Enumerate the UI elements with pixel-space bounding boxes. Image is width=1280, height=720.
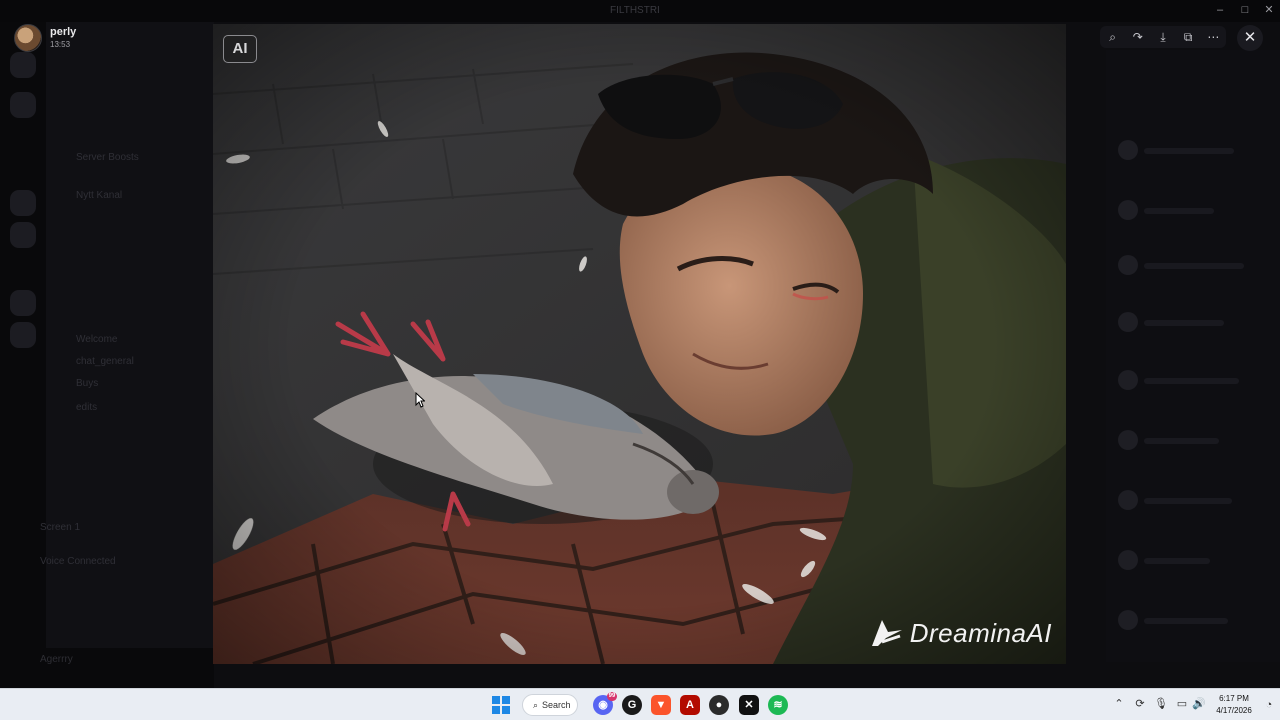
server-icon[interactable] (10, 222, 36, 248)
window-titlebar: FILTHSTRI – □ ✕ (0, 0, 1280, 22)
sync-icon[interactable]: ⟳ (1133, 697, 1147, 711)
network-icon[interactable]: ▭ (1175, 697, 1189, 711)
search-label: Search (542, 700, 571, 710)
capcut-icon: ✕ (744, 699, 754, 711)
member-name (1144, 208, 1214, 214)
channel-item[interactable]: edits (76, 402, 97, 413)
maximize-icon[interactable]: □ (1238, 3, 1252, 17)
channel-list: Server Boosts Nytt Kanal Welcome chat_ge… (40, 22, 214, 662)
watermark-text: DreaminaAI (909, 617, 1052, 648)
viewer-toolbar: ⌕ ↷ ⤓ ⧉ ⋯ (1100, 26, 1226, 48)
dreamina-logo-icon (871, 620, 902, 646)
member-avatar[interactable] (1118, 610, 1138, 630)
discord-icon: ◉ (598, 699, 608, 711)
member-avatar[interactable] (1118, 200, 1138, 220)
spotify-icon: ≋ (773, 699, 783, 711)
server-icon[interactable] (10, 322, 36, 348)
mouse-cursor-icon (415, 392, 425, 408)
server-icon[interactable] (10, 190, 36, 216)
server-icon[interactable] (10, 290, 36, 316)
channel-item[interactable]: Welcome (76, 334, 118, 345)
obs-icon: ● (715, 699, 723, 711)
channel-item[interactable]: Buys (76, 378, 98, 389)
brave-icon: ▼ (655, 699, 667, 711)
ai-badge: AI (223, 35, 257, 63)
member-name (1144, 148, 1234, 154)
close-viewer-button[interactable]: ✕ (1237, 25, 1263, 51)
notification-icon[interactable]: ◔ (1262, 698, 1276, 712)
obs-app[interactable]: ● (709, 695, 729, 715)
g-app[interactable]: G (622, 695, 642, 715)
member-name (1144, 498, 1232, 504)
window-title: FILTHSTRI (610, 5, 660, 16)
more-icon[interactable]: ⋯ (1204, 28, 1222, 46)
current-username: Agerrry (40, 654, 73, 665)
g-icon: G (627, 699, 637, 711)
member-avatar[interactable] (1118, 550, 1138, 570)
zoom-icon[interactable]: ⌕ (1104, 28, 1122, 46)
vignette (213, 24, 1066, 664)
member-name (1144, 618, 1228, 624)
notification-badge: 99 (607, 692, 617, 701)
discord-app[interactable]: ◉ 99 (593, 692, 617, 715)
taskbar-clock[interactable]: 6:17 PM 4/17/2026 (1212, 693, 1256, 717)
share-icon[interactable]: ↷ (1129, 28, 1147, 46)
channel-item[interactable]: Nytt Kanal (76, 190, 122, 201)
author-meta: perly 13:53 (50, 26, 76, 50)
member-avatar[interactable] (1118, 370, 1138, 390)
member-avatar[interactable] (1118, 312, 1138, 332)
brave-app[interactable]: ▼ (651, 695, 671, 715)
open-external-icon[interactable]: ⧉ (1179, 28, 1197, 46)
channel-item[interactable]: chat_general (76, 356, 134, 367)
member-name (1144, 263, 1244, 269)
clock-time: 6:17 PM (1219, 694, 1249, 703)
window-close-icon[interactable]: ✕ (1262, 3, 1276, 17)
download-icon[interactable]: ⤓ (1154, 28, 1172, 46)
voice-status: Voice Connected (40, 556, 116, 567)
acrobat-app[interactable]: A (680, 695, 700, 715)
photo-illustration (213, 24, 1066, 664)
spotify-app[interactable]: ≋ (768, 695, 788, 715)
minimize-icon[interactable]: – (1213, 3, 1227, 17)
search-icon: ⌕ (533, 699, 539, 710)
capcut-app[interactable]: ✕ (739, 695, 759, 715)
member-avatar[interactable] (1118, 490, 1138, 510)
acrobat-icon: A (686, 699, 694, 711)
taskbar: ⌕ Search ◉ 99 G ▼ A ● ✕ ≋ ⌃ ⟳ 🎙 ▭ 🔊 6:17… (0, 688, 1280, 720)
server-icon[interactable] (10, 92, 36, 118)
clock-date: 4/17/2026 (1216, 706, 1252, 715)
user-panel: Agerrry (0, 648, 214, 688)
server-icon[interactable] (10, 52, 36, 78)
taskbar-search[interactable]: ⌕ Search (522, 694, 578, 716)
author-name[interactable]: perly (50, 26, 76, 39)
windows-start-icon[interactable] (492, 696, 510, 714)
channel-item[interactable]: Server Boosts (76, 152, 139, 163)
member-list (1106, 50, 1280, 662)
member-name (1144, 438, 1219, 444)
member-avatar[interactable] (1118, 140, 1138, 160)
author-avatar[interactable] (14, 24, 42, 52)
volume-icon[interactable]: 🔊 (1192, 697, 1206, 711)
member-name (1144, 320, 1224, 326)
microphone-icon[interactable]: 🎙 (1154, 697, 1168, 711)
tray-chevron-icon[interactable]: ⌃ (1112, 697, 1126, 711)
member-name (1144, 558, 1210, 564)
post-time: 13:53 (50, 40, 71, 49)
viewer-author: perly 13:53 (14, 24, 76, 52)
member-avatar[interactable] (1118, 430, 1138, 450)
viewer-image[interactable]: AI DreaminaAI (213, 24, 1066, 664)
member-name (1144, 378, 1239, 384)
screen-share-label: Screen 1 (40, 522, 81, 533)
dreamina-watermark: DreaminaAI (868, 616, 1052, 650)
member-avatar[interactable] (1118, 255, 1138, 275)
